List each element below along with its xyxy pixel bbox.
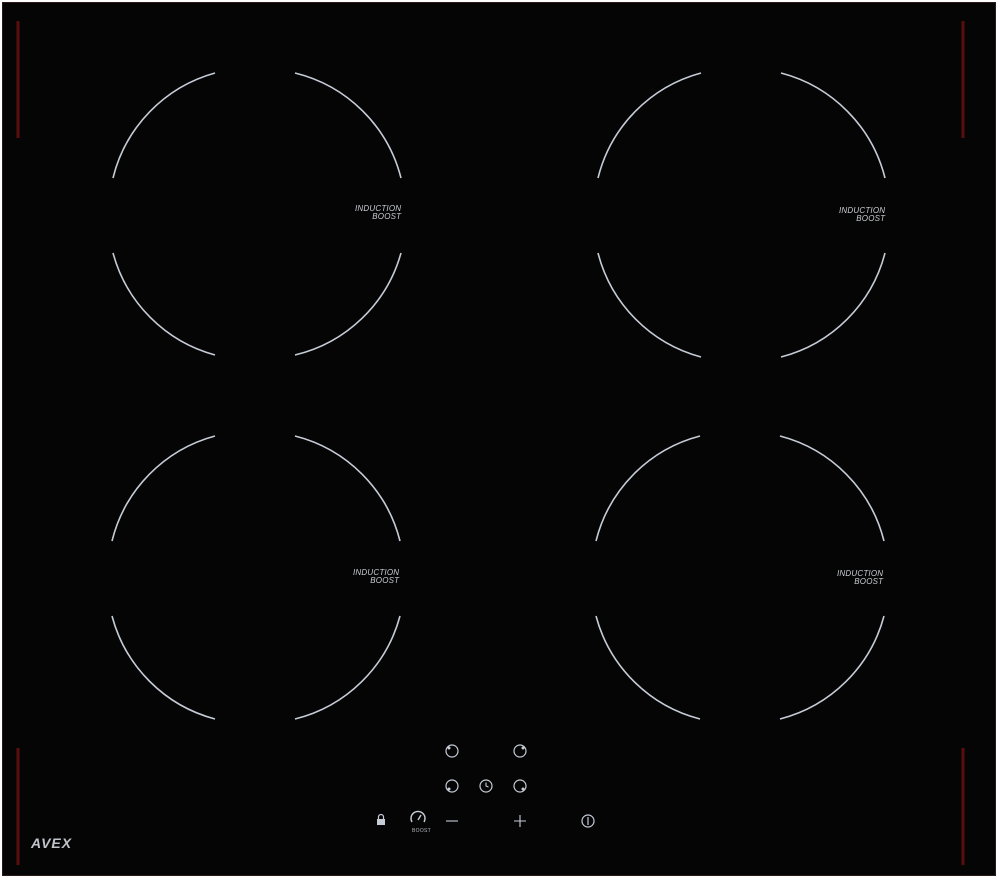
lock-button[interactable] [375,813,395,833]
boost-label: BOOST [412,828,432,834]
zone-select-front-right-button[interactable] [512,778,532,798]
power-button[interactable] [580,813,600,833]
zone-select-front-left-button[interactable] [444,778,464,798]
zone-label-bottom-left: INDUCTION BOOST [353,569,399,585]
minus-icon [446,820,458,822]
minus-button[interactable] [444,813,464,833]
zone-select-icon [445,744,459,758]
zone-label-line2: BOOST [372,212,402,221]
timer-button[interactable] [478,778,498,798]
boost-icon [410,810,426,823]
zone-label-top-right: INDUCTION BOOST [839,207,885,223]
zone-select-icon [513,744,527,758]
zone-label-line2: BOOST [854,577,884,586]
timer-icon [479,779,493,793]
zone-label-line2: BOOST [856,214,886,223]
zone-select-rear-left-button[interactable] [444,743,464,763]
boost-button[interactable] [409,809,429,829]
zone-label-line2: BOOST [370,576,400,585]
zone-select-rear-right-button[interactable] [512,743,532,763]
lock-icon [377,813,385,825]
zone-label-bottom-right: INDUCTION BOOST [837,570,883,586]
zone-label-top-left: INDUCTION BOOST [355,205,401,221]
plus-icon [514,815,526,827]
brand-logo: AVEX [31,835,73,851]
cooktop-graphics [16,21,965,865]
zone-select-icon [445,779,459,793]
induction-cooktop: INDUCTION BOOST INDUCTION BOOST INDUCTIO… [2,2,996,876]
plus-button[interactable] [512,813,532,833]
zone-select-icon [513,779,527,793]
power-icon [581,814,595,828]
edge-trims [16,21,965,865]
